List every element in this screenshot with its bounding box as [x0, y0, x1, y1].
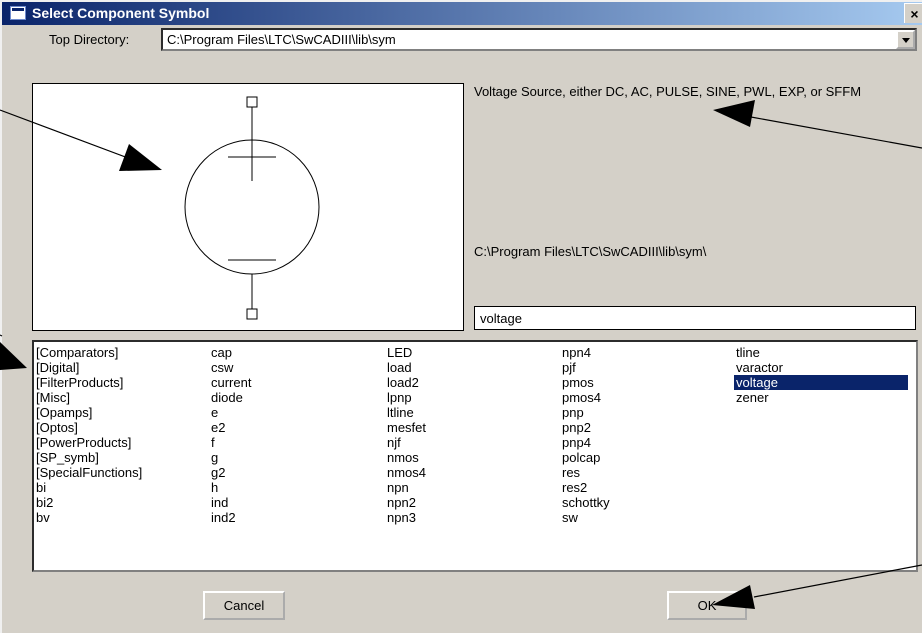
list-column: LED load load2 lpnp ltline mesfet njf nm…: [385, 345, 426, 525]
list-item[interactable]: mesfet: [385, 420, 426, 435]
list-item[interactable]: load2: [385, 375, 426, 390]
list-item[interactable]: nmos: [385, 450, 426, 465]
list-item[interactable]: g: [209, 450, 251, 465]
list-column: [Comparators] [Digital] [FilterProducts]…: [34, 345, 142, 525]
list-item[interactable]: res2: [560, 480, 610, 495]
list-item[interactable]: pjf: [560, 360, 610, 375]
list-item[interactable]: [Optos]: [34, 420, 142, 435]
window-title: Select Component Symbol: [32, 5, 210, 21]
list-column: npn4 pjf pmos pmos4 pnp pnp2 pnp4 polcap…: [560, 345, 610, 525]
list-item[interactable]: [Comparators]: [34, 345, 142, 360]
list-item[interactable]: [PowerProducts]: [34, 435, 142, 450]
top-directory-value: C:\Program Files\LTC\SwCADIII\lib\sym: [167, 32, 396, 47]
list-item[interactable]: tline: [734, 345, 908, 360]
list-column: cap csw current diode e e2 f g g2 h ind …: [209, 345, 251, 525]
list-item[interactable]: lpnp: [385, 390, 426, 405]
list-item[interactable]: g2: [209, 465, 251, 480]
search-input[interactable]: voltage: [474, 306, 916, 330]
list-item[interactable]: npn4: [560, 345, 610, 360]
list-item[interactable]: npn: [385, 480, 426, 495]
list-item[interactable]: [Digital]: [34, 360, 142, 375]
list-item[interactable]: ind: [209, 495, 251, 510]
list-item[interactable]: e2: [209, 420, 251, 435]
list-item[interactable]: load: [385, 360, 426, 375]
list-item[interactable]: csw: [209, 360, 251, 375]
search-value: voltage: [480, 311, 522, 326]
list-item[interactable]: [SP_symb]: [34, 450, 142, 465]
list-item[interactable]: zener: [734, 390, 908, 405]
window-icon: [10, 6, 26, 20]
select-component-dialog: Select Component Symbol × Top Directory:…: [0, 0, 922, 633]
list-item[interactable]: LED: [385, 345, 426, 360]
list-item[interactable]: [FilterProducts]: [34, 375, 142, 390]
symbol-description: Voltage Source, either DC, AC, PULSE, SI…: [474, 84, 862, 99]
symbol-path: C:\Program Files\LTC\SwCADIII\lib\sym\: [474, 244, 707, 259]
list-item[interactable]: ind2: [209, 510, 251, 525]
list-item[interactable]: pnp2: [560, 420, 610, 435]
list-item-selected[interactable]: voltage: [734, 375, 908, 390]
list-item[interactable]: [Misc]: [34, 390, 142, 405]
symbol-preview: [32, 83, 464, 331]
list-item[interactable]: polcap: [560, 450, 610, 465]
list-item[interactable]: diode: [209, 390, 251, 405]
list-item[interactable]: bi: [34, 480, 142, 495]
cancel-button[interactable]: Cancel: [203, 591, 285, 620]
list-item[interactable]: cap: [209, 345, 251, 360]
title-bar: Select Component Symbol ×: [2, 2, 922, 25]
list-item[interactable]: sw: [560, 510, 610, 525]
list-item[interactable]: e: [209, 405, 251, 420]
list-item[interactable]: current: [209, 375, 251, 390]
list-item[interactable]: npn2: [385, 495, 426, 510]
list-item[interactable]: npn3: [385, 510, 426, 525]
list-item[interactable]: [SpecialFunctions]: [34, 465, 142, 480]
top-directory-select[interactable]: C:\Program Files\LTC\SwCADIII\lib\sym: [161, 28, 917, 51]
list-item[interactable]: pnp: [560, 405, 610, 420]
ok-button[interactable]: OK: [667, 591, 747, 620]
list-item[interactable]: bv: [34, 510, 142, 525]
component-list[interactable]: [Comparators] [Digital] [FilterProducts]…: [32, 340, 918, 572]
list-item[interactable]: res: [560, 465, 610, 480]
top-directory-label: Top Directory:: [49, 32, 130, 47]
list-item[interactable]: h: [209, 480, 251, 495]
voltage-source-symbol: [184, 96, 320, 320]
chevron-down-icon[interactable]: [896, 30, 915, 49]
list-item[interactable]: schottky: [560, 495, 610, 510]
list-item[interactable]: bi2: [34, 495, 142, 510]
list-item[interactable]: pnp4: [560, 435, 610, 450]
list-item[interactable]: [Opamps]: [34, 405, 142, 420]
list-item[interactable]: pmos4: [560, 390, 610, 405]
list-item[interactable]: nmos4: [385, 465, 426, 480]
list-item[interactable]: njf: [385, 435, 426, 450]
list-item[interactable]: f: [209, 435, 251, 450]
list-column: tline varactor voltage zener: [734, 345, 908, 405]
list-item[interactable]: varactor: [734, 360, 908, 375]
list-item[interactable]: pmos: [560, 375, 610, 390]
list-item[interactable]: ltline: [385, 405, 426, 420]
close-icon[interactable]: ×: [904, 3, 922, 23]
